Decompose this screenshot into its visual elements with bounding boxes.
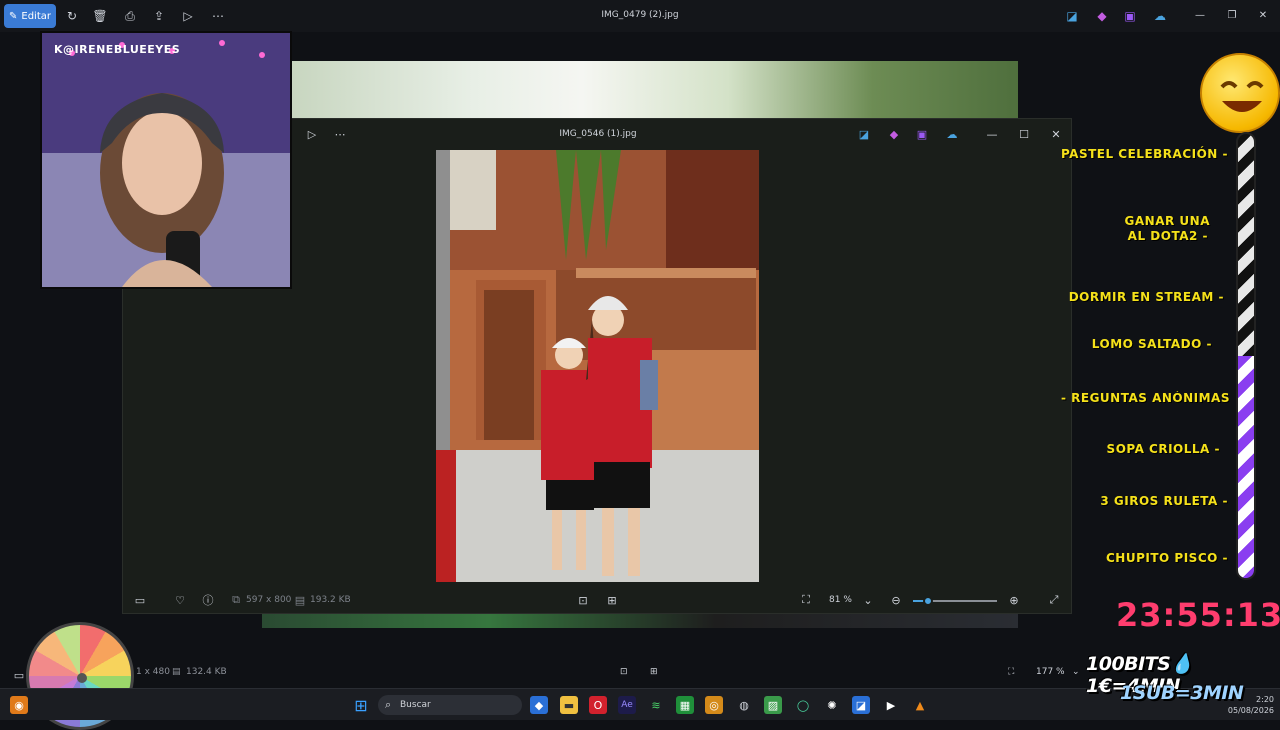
- info-icon[interactable]: ⓘ: [201, 593, 215, 607]
- photos-icon[interactable]: ◪: [852, 696, 870, 714]
- countdown-timer: 23:55:13: [1116, 596, 1280, 634]
- minimize-icon[interactable]: —: [985, 127, 999, 141]
- zoom-out-icon[interactable]: ⊖: [889, 593, 903, 607]
- webcam-handle: K@IRENEBLUEEYES: [54, 43, 181, 56]
- vlc-icon[interactable]: ▲: [911, 696, 929, 714]
- opera-icon[interactable]: O: [589, 696, 607, 714]
- filmstrip-icon[interactable]: ▭: [133, 593, 147, 607]
- photos-app-icon[interactable]: ◪: [1064, 8, 1080, 24]
- search-icon: ⌕: [385, 698, 392, 711]
- webcam-overlay: K@IRENEBLUEEYES: [40, 31, 292, 289]
- start-icon[interactable]: ⊞: [352, 696, 370, 715]
- search-input[interactable]: ⌕ Buscar: [378, 695, 522, 715]
- list-item: 3 GIROS RULETA -: [1100, 494, 1228, 508]
- close-icon[interactable]: ✕: [1256, 8, 1270, 22]
- outer-zoom-level[interactable]: 177 %: [1036, 667, 1065, 677]
- app-icon[interactable]: ◎: [705, 696, 723, 714]
- list-item: LOMO SALTADO -: [1091, 337, 1212, 351]
- chevron-down-icon[interactable]: ⌄: [1072, 667, 1080, 677]
- fit-icon[interactable]: ⛶: [1008, 667, 1014, 677]
- obs-icon[interactable]: ◍: [735, 696, 753, 714]
- outer-photo-preview-bottom: [262, 614, 1018, 628]
- list-item: PASTEL CELEBRACIÓN -: [1060, 147, 1228, 161]
- list-item: CHUPITO PISCO -: [1106, 551, 1228, 565]
- onedrive-icon[interactable]: ☁: [945, 127, 959, 141]
- photos-app-icon[interactable]: ◪: [857, 127, 871, 141]
- app-icon[interactable]: ▨: [764, 696, 782, 714]
- minimize-icon[interactable]: —: [1193, 8, 1207, 22]
- firefox-icon[interactable]: ◉: [10, 696, 28, 714]
- clock-date: 05/08/2026: [1227, 706, 1274, 715]
- clipchamp-icon[interactable]: ▣: [915, 127, 929, 141]
- file-size-icon: ▤: [294, 593, 306, 607]
- window-title: IMG_0479 (2).jpg: [601, 10, 679, 20]
- crop-icon[interactable]: ⊡: [620, 667, 628, 677]
- photo-image: [436, 150, 759, 582]
- list-item: SOPA CRIOLLA -: [1106, 442, 1220, 456]
- zoom-in-icon[interactable]: ⊕: [1007, 593, 1021, 607]
- dimensions-icon: ⧉: [232, 593, 240, 606]
- zoom-slider[interactable]: [913, 596, 997, 606]
- crop-icon[interactable]: ⊡: [576, 593, 590, 607]
- wheel-hub: [77, 673, 87, 683]
- outer-file-size-icon: ▤: [172, 667, 181, 677]
- progress-bar: [1236, 132, 1256, 580]
- chevron-down-icon[interactable]: ⌄: [861, 593, 875, 607]
- after-effects-icon[interactable]: Ae: [618, 696, 636, 714]
- list-item: AL DOTA2 -: [1127, 229, 1208, 243]
- outer-photo-preview: [292, 61, 1018, 119]
- smiley-icon: [1200, 53, 1280, 133]
- copilot-icon[interactable]: ◆: [887, 127, 901, 141]
- excel-icon[interactable]: ▦: [676, 696, 694, 714]
- chatgpt-icon[interactable]: ✺: [823, 696, 841, 714]
- outer-toolbar: ✎ Editar ↻ 🗑 ⎙ ⇪ ▷ ⋯ IMG_0479 (2).jpg ◪ …: [0, 0, 1280, 32]
- image-dimensions: 597 x 800: [246, 595, 292, 605]
- onedrive-icon[interactable]: ☁: [1152, 8, 1168, 24]
- zoom-slider-knob[interactable]: [923, 596, 933, 606]
- list-item: REGUNTAS ANÓNIMAS -: [1060, 391, 1230, 405]
- close-icon[interactable]: ✕: [1049, 127, 1063, 141]
- promo-sub: 1SUB=3MIN: [1120, 682, 1244, 704]
- copilot-icon[interactable]: ◆: [1094, 8, 1110, 24]
- zoom-level[interactable]: 81 %: [829, 595, 852, 605]
- file-explorer-icon[interactable]: ▬: [560, 696, 578, 714]
- maximize-icon[interactable]: ☐: [1017, 127, 1031, 141]
- app-icon[interactable]: ◯: [794, 696, 812, 714]
- outer-file-size: 132.4 KB: [186, 667, 227, 677]
- copilot-icon[interactable]: ◆: [530, 696, 548, 714]
- adjust-icon[interactable]: ⊞: [605, 593, 619, 607]
- file-size: 193.2 KB: [310, 595, 351, 605]
- maximize-icon[interactable]: ❐: [1225, 8, 1239, 22]
- search-placeholder: Buscar: [400, 700, 431, 710]
- adjust-icon[interactable]: ⊞: [650, 667, 658, 677]
- list-item: GANAR UNA: [1124, 214, 1210, 228]
- favorite-icon[interactable]: ♡: [173, 593, 187, 607]
- progress-bar-fill: [1238, 356, 1254, 578]
- outer-image-dimensions: 1 x 480: [136, 667, 170, 677]
- fullscreen-icon[interactable]: ⤢: [1047, 593, 1061, 607]
- media-player-icon[interactable]: ▶: [882, 696, 900, 714]
- app-icon[interactable]: ≋: [647, 696, 665, 714]
- list-item: DORMIR EN STREAM -: [1068, 290, 1224, 304]
- inner-status-bar: ▭ ♡ ⓘ ⧉ 597 x 800 ▤ 193.2 KB ⊡ ⊞ ⛶ 81 % …: [123, 585, 1073, 615]
- fit-icon[interactable]: ⛶: [799, 593, 813, 607]
- clipchamp-icon[interactable]: ▣: [1122, 8, 1138, 24]
